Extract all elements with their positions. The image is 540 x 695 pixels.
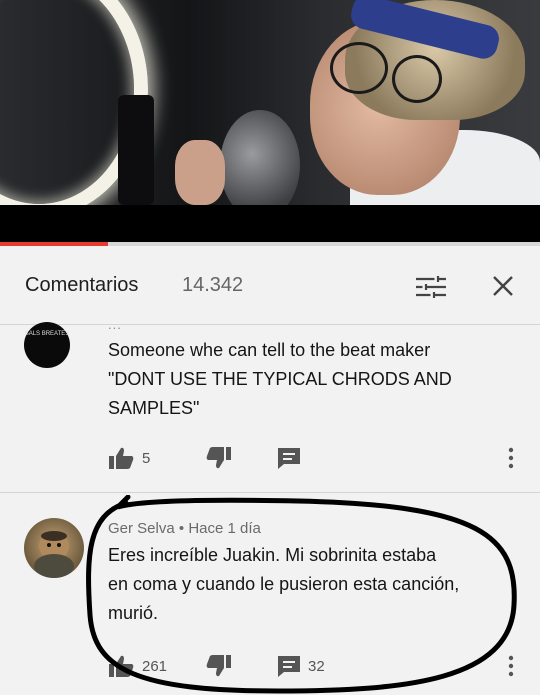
- more-options-icon[interactable]: [505, 446, 517, 470]
- close-icon[interactable]: [490, 273, 516, 299]
- comments-header: Comentarios 14.342: [0, 246, 540, 325]
- glasses-left: [330, 42, 388, 94]
- video-player[interactable]: [0, 0, 540, 205]
- reply-icon[interactable]: [276, 446, 302, 470]
- like-count: 5: [142, 450, 151, 467]
- annotation-circle: [86, 495, 517, 694]
- comment-line: Someone whe can tell to the beat maker: [108, 340, 431, 360]
- dog-avatar-icon: [34, 531, 74, 578]
- singer-hand: [175, 140, 225, 205]
- comment-meta-cropped: ...: [108, 317, 122, 332]
- comments-title: Comentarios: [25, 274, 139, 296]
- comment-line: "DONT USE THE TYPICAL CHRODS AND: [108, 369, 452, 389]
- microphone: [118, 95, 154, 205]
- thumbs-up-icon[interactable]: [108, 446, 134, 470]
- divider: [0, 492, 540, 493]
- avatar[interactable]: SALS BREATES: [24, 322, 70, 368]
- thumbs-down-icon[interactable]: [206, 446, 232, 470]
- glasses-right: [392, 55, 442, 103]
- comments-count: 14.342: [182, 274, 244, 296]
- comment-text: Someone whe can tell to the beat maker "…: [108, 336, 528, 423]
- sort-icon[interactable]: [414, 276, 448, 298]
- avatar[interactable]: [24, 518, 84, 578]
- video-letterbox: [0, 205, 540, 245]
- comment-actions: 5: [108, 444, 528, 474]
- avatar-text: SALS BREATES: [24, 331, 70, 337]
- comment-line: SAMPLES": [108, 398, 200, 418]
